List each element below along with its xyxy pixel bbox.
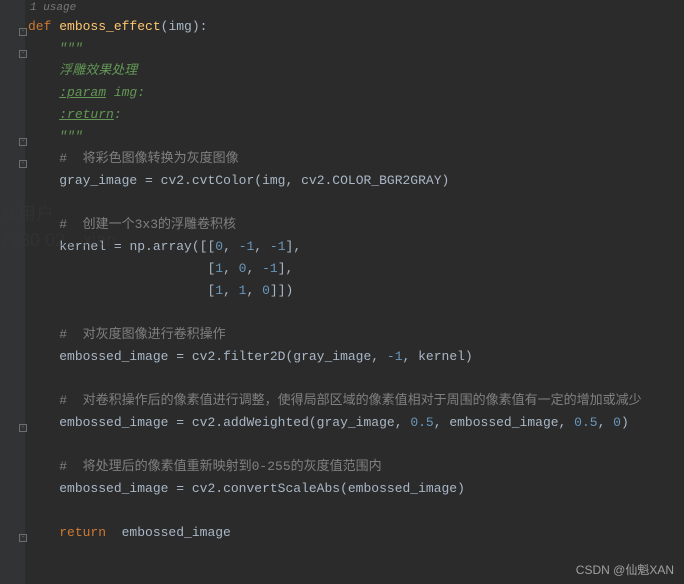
code-line: [1, 0, -1], [28,258,684,280]
code-line: :param img: [28,82,684,104]
fold-marker[interactable]: - [19,28,27,36]
code-line: # 对灰度图像进行卷积操作 [28,324,684,346]
fold-marker[interactable]: - [19,534,27,542]
usage-count[interactable]: 1 usage [0,0,684,16]
code-line: return embossed_image [28,522,684,544]
fold-marker[interactable]: - [19,138,27,146]
fold-marker[interactable]: - [19,50,27,58]
gutter [0,0,25,584]
code-line: def emboss_effect(img): [28,16,684,38]
fold-marker[interactable]: - [19,424,27,432]
code-line: [1, 1, 0]]) [28,280,684,302]
code-line [28,192,684,214]
code-line: """ [28,126,684,148]
code-line: kernel = np.array([[0, -1, -1], [28,236,684,258]
code-line: # 将处理后的像素值重新映射到0-255的灰度值范围内 [28,456,684,478]
code-line: # 对卷积操作后的像素值进行调整，使得局部区域的像素值相对于周围的像素值有一定的… [28,390,684,412]
code-line: # 将彩色图像转换为灰度图像 [28,148,684,170]
csdn-watermark: CSDN @仙魁XAN [576,561,674,578]
code-line: embossed_image = cv2.filter2D(gray_image… [28,346,684,368]
fold-marker[interactable]: - [19,160,27,168]
code-line: 浮雕效果处理 [28,60,684,82]
code-line [28,368,684,390]
code-line: embossed_image = cv2.addWeighted(gray_im… [28,412,684,434]
code-line: gray_image = cv2.cvtColor(img, cv2.COLOR… [28,170,684,192]
code-line [28,500,684,522]
code-line [28,302,684,324]
code-line [28,434,684,456]
code-line: embossed_image = cv2.convertScaleAbs(emb… [28,478,684,500]
code-line: """ [28,38,684,60]
code-line: :return: [28,104,684,126]
code-editor[interactable]: def emboss_effect(img): """ 浮雕效果处理 :para… [28,16,684,544]
code-line: # 创建一个3x3的浮雕卷积核 [28,214,684,236]
